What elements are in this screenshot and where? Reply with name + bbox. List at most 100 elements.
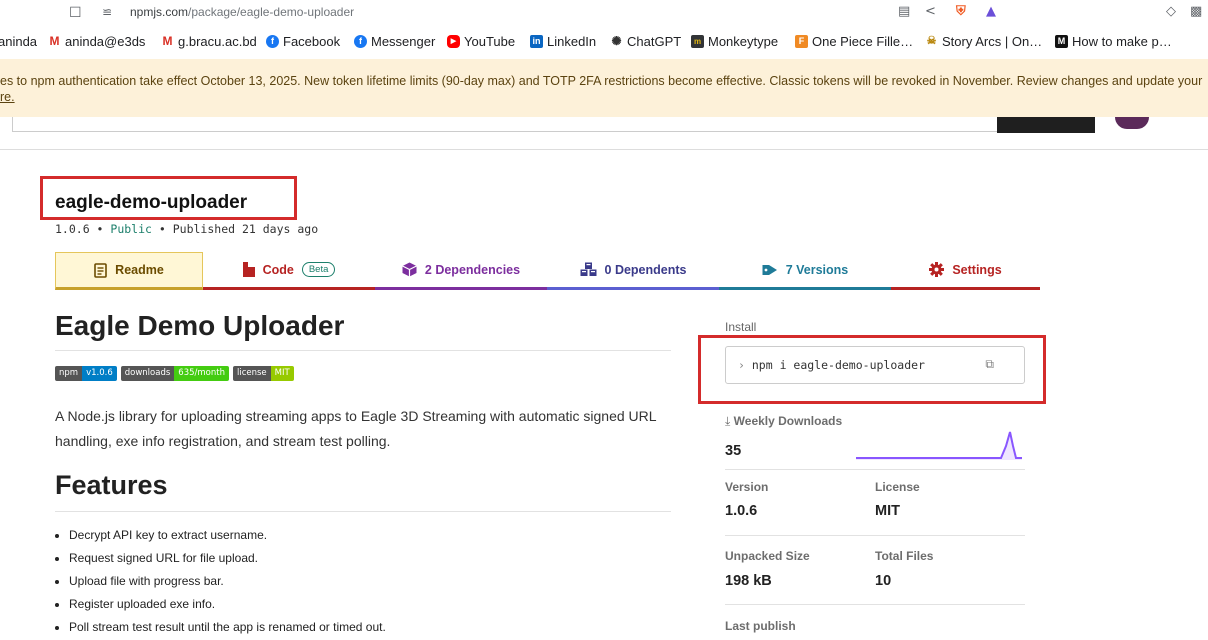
install-command: › npm i eagle-demo-uploader [738,358,925,372]
weekly-downloads-value: 35 [725,443,742,459]
readme-title: Eagle Demo Uploader [55,310,345,341]
badge-value: 635/month [174,366,229,381]
badge-key: downloads [120,366,175,381]
search-input[interactable] [12,117,997,132]
install-command-box[interactable]: › npm i eagle-demo-uploader ⧉ [725,346,1025,384]
tab-dependencies[interactable]: 2 Dependencies [375,252,547,290]
tab-label: 2 Dependencies [424,262,521,277]
bookmark-item[interactable]: Mg.bracu.ac.bd [161,34,257,49]
bookmark-label: How to make p… [1072,34,1172,49]
bookmark-item[interactable]: Maninda@e3ds [48,34,145,49]
search-button[interactable] [997,117,1095,133]
site-settings-icon[interactable]: ≌ [102,5,112,19]
bookmark-item[interactable]: ▶ YouTube [447,34,515,49]
list-item: Request signed URL for file upload. [69,547,386,570]
bookmark-item[interactable]: f Facebook [266,34,340,49]
badge-value: v1.0.6 [82,366,117,381]
banner-link[interactable]: re. [0,90,15,104]
site-header [0,117,1208,150]
list-item: Poll stream test result until the app is… [69,616,386,639]
bookmark-label: One Piece Fille… [812,34,914,49]
tab-readme[interactable]: Readme [55,252,203,290]
tab-label: 7 Versions [785,262,849,277]
reader-mode-icon[interactable]: ▤ [898,4,910,19]
linkedin-icon: in [530,35,543,48]
url-path: /package/eagle-demo-uploader [188,5,355,19]
share-icon[interactable]: < [925,4,936,19]
bookmark-label: Facebook [283,34,341,49]
facebook-icon: f [266,35,279,48]
browser-address-bar: ☐ ≌ npmjs.com/package/eagle-demo-uploade… [0,0,1208,26]
messenger-icon: f [354,35,367,48]
install-command-text: npm i eagle-demo-uploader [751,358,925,372]
list-item: Decrypt API key to extract username. [69,524,386,547]
extensions-icon[interactable]: ◇ [1166,4,1176,19]
total-files-label: Total Files [875,549,934,563]
package-meta: 1.0.6 • Public • Published 21 days ago [55,222,319,236]
divider [55,350,671,351]
banner-text: es to npm authentication take effect Oct… [0,74,1203,88]
avatar[interactable] [1115,117,1149,129]
divider [725,604,1025,605]
tab-label: Settings [952,262,1002,277]
weekly-downloads-label: ⤓ Weekly Downloads [725,414,842,429]
license-value: MIT [875,503,900,519]
npm-version-badge[interactable]: npm v1.0.6 [55,366,117,381]
copy-icon[interactable]: ⧉ [985,357,994,372]
bookmark-item[interactable]: F One Piece Fille… [795,34,913,49]
bookmark-label: Monkeytype [708,34,779,49]
bookmark-label: Story Arcs | On… [942,34,1043,49]
notice-banner: es to npm authentication take effect Oct… [0,59,1208,118]
brave-shield-icon[interactable]: ⛨ [956,4,966,19]
brave-rewards-icon[interactable]: ▲ [986,4,996,19]
youtube-icon: ▶ [447,35,460,48]
gmail-icon: M [161,34,174,48]
weekly-downloads-text: Weekly Downloads [733,414,843,428]
download-icon: ⤓ [725,414,731,428]
bookmark-item[interactable]: f Messenger [354,34,435,49]
package-visibility: Public [110,222,152,236]
gear-icon [929,262,945,277]
unpacked-size-label: Unpacked Size [725,549,810,563]
install-label: Install [725,320,757,334]
bookmark-label: LinkedIn [547,34,597,49]
medium-icon: M [1055,35,1068,48]
bookmark-item[interactable]: in LinkedIn [530,34,596,49]
gmail-icon: M [48,34,61,48]
divider [725,535,1025,536]
list-item: Register uploaded exe info. [69,593,386,616]
bookmark-page-icon[interactable]: ☐ [69,5,82,21]
bookmark-item[interactable]: ☠ Story Arcs | On… [925,34,1042,49]
tab-label: Readme [115,263,164,277]
package-published: Published 21 days ago [172,222,319,236]
badge-key: npm [55,366,83,381]
bookmark-label: ChatGPT [627,34,682,49]
tab-code[interactable]: Code Beta [203,252,375,290]
url-field[interactable]: npmjs.com/package/eagle-demo-uploader [130,5,354,19]
bookmark-item[interactable]: ✺ ChatGPT [610,34,681,49]
url-domain: npmjs.com [130,5,189,19]
tab-versions[interactable]: 7 Versions [719,252,891,290]
sidebar-toggle-icon[interactable]: ▩ [1190,4,1202,19]
features-heading: Features [55,470,168,500]
license-badge[interactable]: license MIT [232,366,294,381]
divider [725,469,1025,470]
features-list: Decrypt API key to extract username. Req… [55,524,386,639]
downloads-badge[interactable]: downloads 635/month [120,366,229,381]
code-file-icon [242,262,255,277]
bookmark-item[interactable]: aninda [0,34,37,49]
bookmark-label: aninda@e3ds [65,34,146,49]
tab-dependents[interactable]: 0 Dependents [547,252,719,290]
bookmark-item[interactable]: m Monkeytype [691,34,778,49]
badge-row: npm v1.0.6 downloads 635/month license MIT [55,366,294,381]
total-files-value: 10 [875,573,892,589]
bookmark-label: aninda [0,34,38,49]
bookmark-label: YouTube [464,34,516,49]
badge-key: license [232,366,271,381]
bookmark-item[interactable]: M How to make p… [1055,34,1172,49]
boxes-icon [580,262,597,276]
readme-description: A Node.js library for uploading streamin… [55,408,657,449]
beta-badge: Beta [301,262,336,277]
badge-value: MIT [270,366,294,381]
tab-settings[interactable]: Settings [891,252,1040,290]
